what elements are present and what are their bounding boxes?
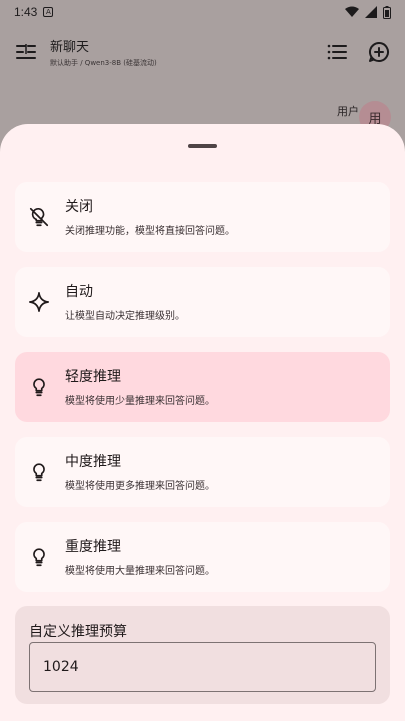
custom-budget-label: 自定义推理预算 bbox=[29, 624, 127, 640]
option-auto[interactable]: 自动 让模型自动决定推理级别。 bbox=[15, 267, 390, 337]
list-icon[interactable] bbox=[325, 40, 349, 64]
option-title: 自动 bbox=[65, 283, 93, 300]
option-description: 模型将使用大量推理来回答问题。 bbox=[65, 565, 215, 577]
battery-icon bbox=[383, 5, 391, 19]
option-title: 中度推理 bbox=[65, 453, 121, 470]
drag-handle[interactable] bbox=[188, 144, 217, 148]
option-description: 让模型自动决定推理级别。 bbox=[65, 310, 185, 322]
lightbulb-icon bbox=[27, 545, 51, 569]
wifi-icon bbox=[345, 6, 359, 17]
reasoning-bottom-sheet: 关闭 关闭推理功能，模型将直接回答问题。 自动 让模型自动决定推理级别。 轻度推… bbox=[0, 124, 405, 721]
option-title: 重度推理 bbox=[65, 538, 121, 555]
sparkle-icon bbox=[27, 290, 51, 314]
option-medium[interactable]: 中度推理 模型将使用更多推理来回答问题。 bbox=[15, 437, 390, 507]
lightbulb-off-icon bbox=[27, 205, 51, 229]
chat-subtitle: 默认助手 / Qwen3-8B (硅基流动) bbox=[50, 59, 157, 67]
option-description: 模型将使用更多推理来回答问题。 bbox=[65, 480, 215, 492]
menu-icon[interactable] bbox=[14, 40, 38, 64]
lightbulb-icon bbox=[27, 460, 51, 484]
option-heavy[interactable]: 重度推理 模型将使用大量推理来回答问题。 bbox=[15, 522, 390, 592]
new-chat-icon[interactable] bbox=[367, 40, 391, 64]
signal-icon bbox=[365, 6, 377, 18]
user-label: 用户 bbox=[337, 105, 359, 118]
custom-budget-input[interactable] bbox=[29, 642, 376, 692]
option-title: 轻度推理 bbox=[65, 368, 121, 385]
status-bar: 1:43 A bbox=[0, 0, 405, 24]
notification-icon: A bbox=[43, 7, 54, 17]
option-off[interactable]: 关闭 关闭推理功能，模型将直接回答问题。 bbox=[15, 182, 390, 252]
option-description: 关闭推理功能，模型将直接回答问题。 bbox=[65, 225, 235, 237]
status-time: 1:43 bbox=[14, 5, 38, 19]
lightbulb-icon bbox=[27, 375, 51, 399]
option-description: 模型将使用少量推理来回答问题。 bbox=[65, 395, 215, 407]
custom-budget-card: 自定义推理预算 bbox=[15, 606, 390, 704]
chat-title: 新聊天 bbox=[50, 40, 90, 55]
option-light[interactable]: 轻度推理 模型将使用少量推理来回答问题。 bbox=[15, 352, 390, 422]
option-title: 关闭 bbox=[65, 198, 93, 215]
top-app-bar: 新聊天 默认助手 / Qwen3-8B (硅基流动) bbox=[0, 30, 405, 74]
